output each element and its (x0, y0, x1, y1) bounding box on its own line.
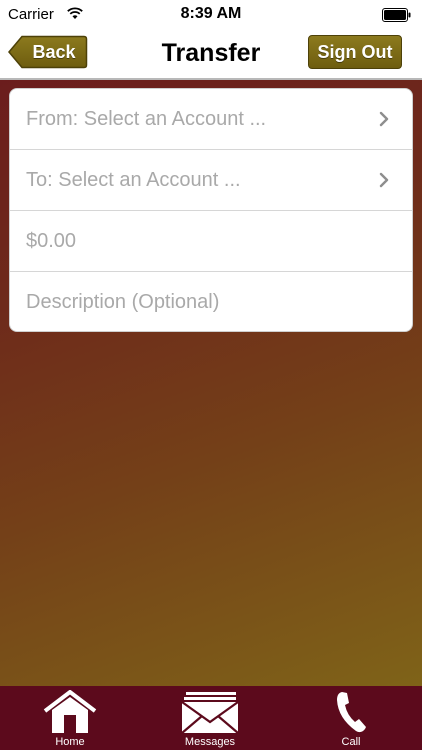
from-account-selector[interactable]: From: Select an Account ... (10, 89, 412, 150)
tab-call-label: Call (341, 736, 361, 748)
chevron-right-icon (379, 111, 389, 127)
chevron-right-icon (379, 172, 389, 188)
amount-placeholder: $0.00 (26, 229, 77, 252)
battery-icon (382, 8, 412, 26)
tab-home-label: Home (55, 736, 85, 748)
status-time: 8:39 AM (180, 5, 242, 22)
to-account-selector[interactable]: To: Select an Account ... (10, 150, 412, 211)
tab-call[interactable]: Call (301, 686, 401, 750)
phone-icon (334, 686, 368, 734)
from-account-placeholder: From: Select an Account ... (26, 107, 267, 130)
description-placeholder: Description (Optional) (26, 291, 220, 313)
tab-messages[interactable]: Messages (160, 686, 260, 750)
tab-bar: Home Messages Call (0, 686, 422, 750)
main-content: From: Select an Account ... To: Select a… (0, 80, 422, 686)
description-field[interactable]: Description (Optional) (10, 272, 412, 331)
to-account-placeholder: To: Select an Account ... (26, 168, 241, 191)
tab-home[interactable]: Home (20, 686, 120, 750)
amount-field[interactable]: $0.00 (10, 211, 412, 272)
tab-messages-label: Messages (184, 736, 236, 748)
status-bar: Carrier 8:39 AM (0, 0, 422, 30)
navigation-bar: Back Transfer Sign Out (0, 30, 422, 80)
envelope-icon (180, 686, 240, 734)
sign-out-button[interactable]: Sign Out (308, 35, 402, 69)
transfer-form: From: Select an Account ... To: Select a… (9, 88, 413, 332)
home-icon (42, 686, 98, 734)
